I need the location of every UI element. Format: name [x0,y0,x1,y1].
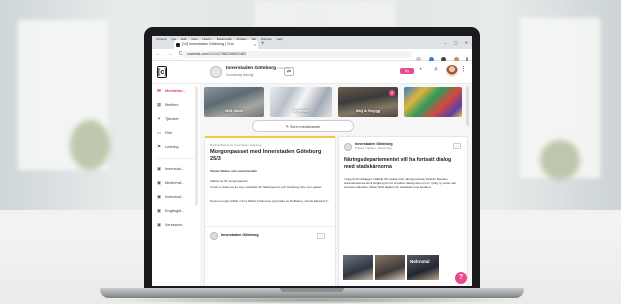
channel-banner-my-feed[interactable]: Mitt flöde [204,87,264,117]
switch-org-icon[interactable]: ⇄ [284,67,294,76]
help-button[interactable]: ? [455,272,467,284]
org-name[interactable]: Innerstaden Göteborg Göteborg [226,66,290,71]
org-avatar[interactable] [210,66,222,78]
new-badge[interactable]: Ny [400,68,414,74]
sidebar-item-group[interactable]: ▣ Verksamh... [156,220,198,230]
chainels-logo[interactable]: [c] [157,66,167,78]
sidebar-item-label: Meddelan... [165,89,186,93]
services-icon: ✦ [157,116,161,121]
sidebar-item-group[interactable]: ▣ Engångsf... [156,206,198,216]
post-meta: Marknadsföring för Innerstaden Göteborg [210,143,262,147]
post-body: Vi kan vi sluta oss av oss i vad läste f… [210,185,323,189]
org-subtitle: Community ledning [226,73,254,77]
post-options-button[interactable]: ⋯ [453,143,461,149]
laptop-notch [280,288,344,292]
post-body: Välkomna till morgonpasset! [210,179,248,183]
post-card[interactable]: Marknadsföring för Innerstaden Göteborg … [204,136,336,286]
sidebar-item-label: Medlem [165,103,179,107]
post-title[interactable]: Näringsdepartementet vill ha fortsatt di… [344,157,462,171]
sidebar-item-group[interactable]: ▣ Medlemsf... [156,178,198,188]
sidebar-item-label: Tjänster [165,117,179,121]
sidebar-item-services[interactable]: ✦ Tjänster [156,114,198,124]
forward-icon[interactable]: → [167,51,172,57]
menu-item[interactable]: Help [277,37,283,41]
post-photo[interactable] [343,255,373,280]
write-message-button[interactable]: ✎ Skriv meddelande [252,120,354,132]
author-avatar[interactable] [210,232,218,240]
sidebar-item-members[interactable]: ▦ Medlem [156,100,198,110]
background-plant-right [540,140,580,180]
sidebar-scrollbar[interactable] [195,86,198,206]
card-divider [205,226,335,227]
photo-caption: Nolrnstal [410,259,430,264]
management-icon: ⚑ [156,144,162,149]
search-icon[interactable]: ⌕ [434,66,438,74]
members-icon: ▦ [156,102,162,107]
sidebar-item-management[interactable]: ⚑ Ledning [156,142,198,152]
post-body: I dag på förmiddagen träffade 28 medlemm… [344,177,457,190]
author-name[interactable]: Innerstaden Göteborg [355,142,393,146]
main-feed: Mitt flöde Nyheter Sälj & Snygg 2 ✎ Skri… [200,84,472,286]
sidebar-item-files[interactable]: ▭ Filer [156,128,198,138]
sidebar-item-label: Medlemsf... [165,181,185,185]
sidebar-item-group[interactable]: ▣ Innerstad... [156,192,198,202]
sidebar-divider [156,158,194,159]
laptop-screen: Chrome File Edit View History Bookmarks … [152,36,472,286]
sidebar-item-messages[interactable]: ✉ Meddelan... [156,86,198,96]
address-bar-row: ← → C chainels.com/1/1/1/17582/2850/2483 [152,49,472,63]
post-options-button[interactable]: ⋯ [317,233,325,239]
banner-label: Mitt flöde [225,108,243,113]
sidebar-item-label: Ledning [165,145,179,149]
post-photo[interactable]: Nolrnstal [407,255,439,280]
close-window-icon[interactable]: ✕ [465,40,468,45]
group-icon: ▣ [156,208,162,213]
post-photo-grid[interactable]: Nolrnstal [343,255,439,280]
messages-icon: ✉ [157,88,161,93]
post-meta: Tidigare i Tjänster · Skrivet idag [355,147,392,150]
sidebar-item-label: Innerstad... [165,167,184,171]
sidebar-item-group[interactable]: ▣ Innerstad... [156,164,198,174]
group-icon: ▣ [156,180,162,185]
post-card[interactable]: Innerstaden Göteborg Tidigare i Tjänster… [338,136,468,286]
post-title[interactable]: Morgonpasset med Innerstaden Göteborg 25… [210,149,330,163]
author-name[interactable]: Innerstaden Göteborg [221,233,259,237]
back-icon[interactable]: ← [156,51,161,57]
user-avatar[interactable] [446,65,458,77]
new-tab-button[interactable]: + [261,40,265,49]
sidebar: ✉ Meddelan... ▦ Medlem ✦ Tjänster ▭ Filer ⚑ L… [152,84,201,286]
notification-icon[interactable]: ◔ [418,67,422,73]
group-icon: ▣ [156,222,162,227]
files-icon: ▭ [156,130,162,135]
background-plant [70,120,110,170]
banner-count-badge: 2 [389,90,395,96]
post-photo[interactable] [375,255,405,280]
post-body-bold: Temat: Nöther och social hundet. [210,169,258,173]
channel-banner-art[interactable] [404,87,462,117]
post-body: Denna morgon träffar vi bl a Mattis Joha… [210,199,331,203]
menu-item[interactable]: Chrome [156,37,167,41]
author-avatar[interactable] [344,143,352,151]
tab-title: [14] Innerstaden Göteborg | Cha [182,42,234,46]
url-input[interactable]: chainels.com/1/1/1/17582/2850/2483 [182,51,412,58]
banner-label: Nyheter [293,108,309,113]
tab-close-icon[interactable]: × [254,40,256,49]
minimize-icon[interactable]: – [444,40,446,45]
sidebar-item-label: Innerstad... [165,195,184,199]
banner-label: Sälj & Snygg [355,108,381,113]
window-controls: – ▢ ✕ [438,40,468,45]
more-menu-icon[interactable]: ⋮ [460,65,467,73]
app-header: [c] Innerstaden Göteborg Göteborg Commun… [152,61,472,84]
channel-banner-sell[interactable]: Sälj & Snygg 2 [338,87,398,117]
browser-tab[interactable]: [14] Innerstaden Göteborg | Cha × [174,40,258,49]
group-icon: ▣ [156,166,162,171]
sidebar-item-label: Verksamh... [165,223,186,227]
favicon-icon [176,42,180,47]
feed-scrollbar[interactable] [466,86,469,126]
sidebar-item-label: Engångsf... [165,209,185,213]
maximize-icon[interactable]: ▢ [454,40,458,45]
browser-tabbar: Chrome File Edit View History Bookmarks … [152,36,472,49]
group-icon: ▣ [156,194,162,199]
sidebar-item-label: Filer [165,131,173,135]
channel-banner-news[interactable]: Nyheter [270,87,332,117]
